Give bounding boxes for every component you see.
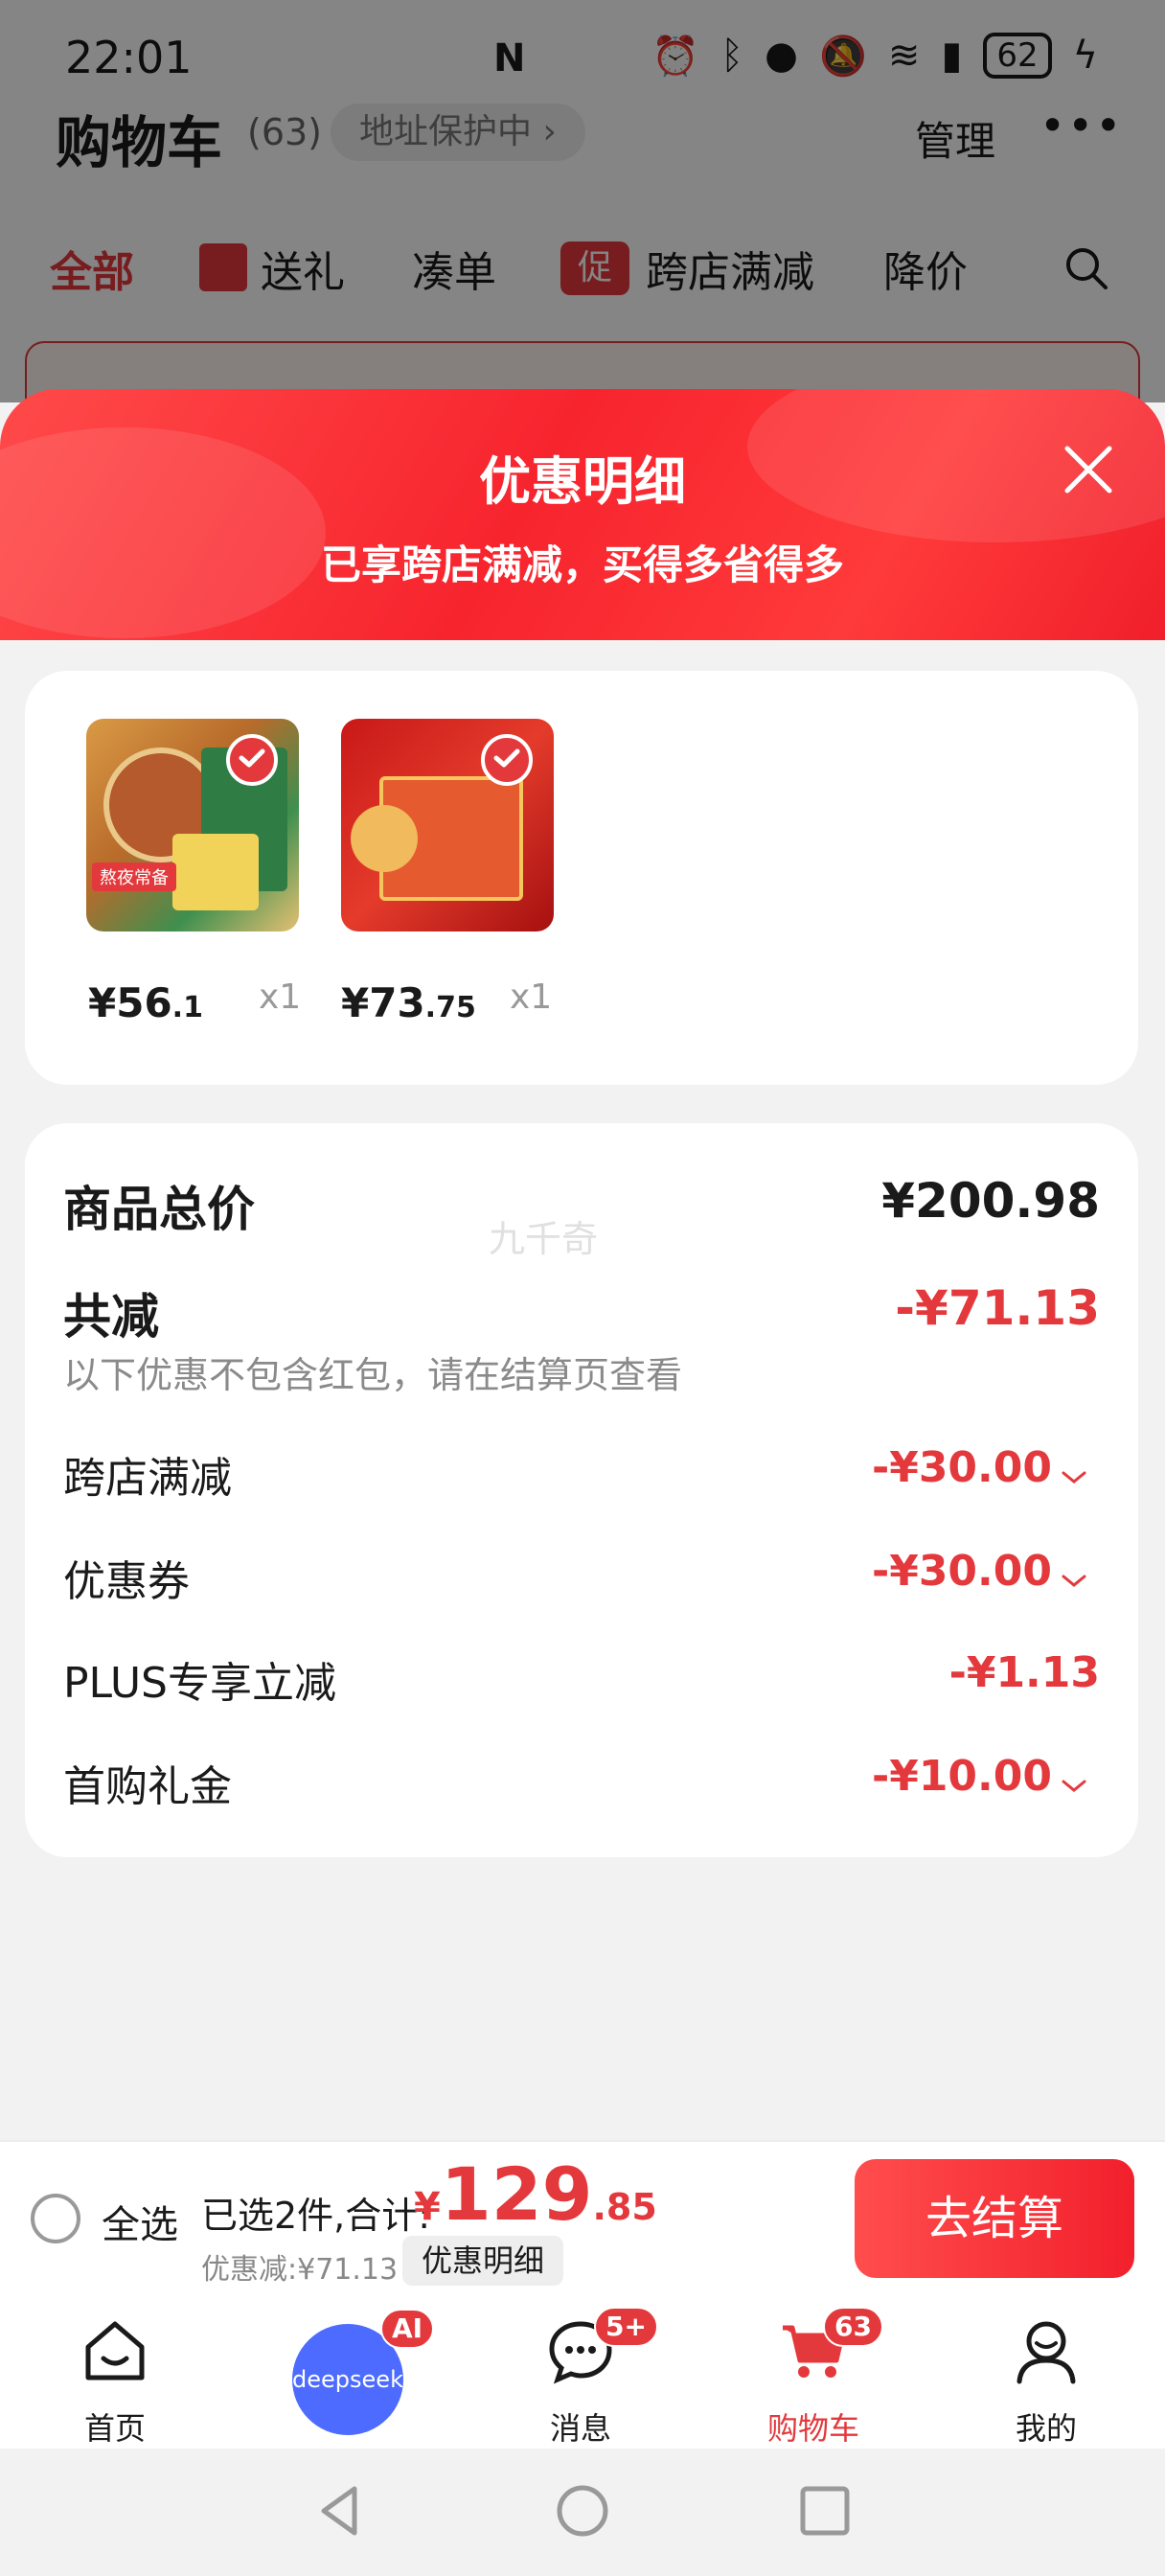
discount-detail-header: 优惠明细 已享跨店满减，买得多省得多 <box>0 389 1165 640</box>
first-purchase-gift-label: 首购礼金 <box>63 1762 232 1811</box>
nav-messages-label: 消息 <box>549 2410 611 2447</box>
nav-cart[interactable]: 63 购物车 <box>737 2307 890 2447</box>
first-purchase-gift-value[interactable]: -¥10.00 <box>872 1752 1052 1801</box>
total-price-value: ¥200.98 <box>881 1173 1100 1229</box>
sheet-subtitle: 已享跨店满减，买得多省得多 <box>320 541 844 588</box>
nav-home-label: 首页 <box>83 2410 146 2447</box>
home-icon <box>85 2321 145 2380</box>
nav-profile-label: 我的 <box>1015 2410 1077 2447</box>
discount-row-value[interactable]: -¥30.00 <box>872 1443 1052 1492</box>
total-price-label: 商品总价 <box>63 1182 255 1237</box>
selected-info: 已选2件,合计: <box>201 2195 431 2237</box>
home-button-icon[interactable] <box>549 2477 616 2544</box>
total-amount: ¥129.85 <box>414 2151 657 2237</box>
close-icon[interactable] <box>1060 441 1117 498</box>
chevron-down-icon[interactable] <box>1060 1572 1088 1591</box>
nav-deepseek[interactable]: deepseek AI <box>271 2307 435 2441</box>
ai-badge: AI <box>380 2309 435 2349</box>
discount-detail-button[interactable]: 优惠明细 <box>402 2236 564 2286</box>
product-quantity: x1 <box>259 978 302 1017</box>
chevron-down-icon[interactable] <box>1060 1468 1088 1487</box>
selected-products-card: 熬夜常备 ¥56.1 x1 ¥73.75 x1 <box>25 671 1138 1085</box>
message-badge: 5+ <box>594 2307 658 2347</box>
nav-profile[interactable]: 我的 <box>970 2307 1123 2447</box>
nav-cart-label: 购物车 <box>766 2410 859 2447</box>
system-nav-bar <box>0 2449 1165 2576</box>
product-price: ¥56.1 <box>88 979 203 1026</box>
discount-row-label: 跨店满减 <box>63 1454 232 1503</box>
coupon-row-value[interactable]: -¥30.00 <box>872 1547 1052 1596</box>
checkout-button[interactable]: 去结算 <box>855 2159 1134 2278</box>
plus-discount-label: PLUS专享立减 <box>63 1659 336 1708</box>
coupon-row-label: 优惠券 <box>63 1557 190 1606</box>
total-reduced-label: 共减 <box>63 1289 159 1345</box>
checkout-bar: 全选 已选2件,合计: ¥129.85 优惠减:¥71.13 优惠明细 去结算 <box>0 2140 1165 2295</box>
watermark: 九千奇 <box>489 1218 599 1260</box>
nav-messages[interactable]: 5+ 消息 <box>504 2307 658 2447</box>
bottom-nav: 首页 deepseek AI 5+ 消息 63 购物车 我的 <box>0 2295 1165 2449</box>
product-price: ¥73.75 <box>341 979 476 1026</box>
checkmark-icon <box>226 734 278 786</box>
plus-discount-value: -¥1.13 <box>948 1648 1100 1697</box>
profile-icon <box>1017 2321 1076 2384</box>
reduction-note: 以下优惠不包含红包，请在结算页查看 <box>63 1354 683 1396</box>
recents-icon[interactable] <box>791 2477 858 2544</box>
select-all-label[interactable]: 全选 <box>102 2194 178 2249</box>
modal-overlay[interactable] <box>0 0 1165 402</box>
sheet-title: 优惠明细 <box>479 451 686 512</box>
nav-home[interactable]: 首页 <box>38 2307 192 2447</box>
discount-amount: 优惠减:¥71.13 <box>201 2253 399 2287</box>
back-icon[interactable] <box>307 2477 374 2544</box>
product-tag: 熬夜常备 <box>92 862 176 891</box>
checkmark-icon <box>481 734 533 786</box>
cart-badge: 63 <box>823 2307 883 2347</box>
select-all-radio[interactable] <box>31 2194 80 2243</box>
total-reduced-value: -¥71.13 <box>895 1280 1100 1336</box>
price-summary-card: 商品总价 ¥200.98 九千奇 共减 -¥71.13 以下优惠不包含红包，请在… <box>25 1123 1138 1857</box>
product-quantity: x1 <box>510 978 553 1017</box>
chevron-down-icon[interactable] <box>1060 1777 1088 1796</box>
